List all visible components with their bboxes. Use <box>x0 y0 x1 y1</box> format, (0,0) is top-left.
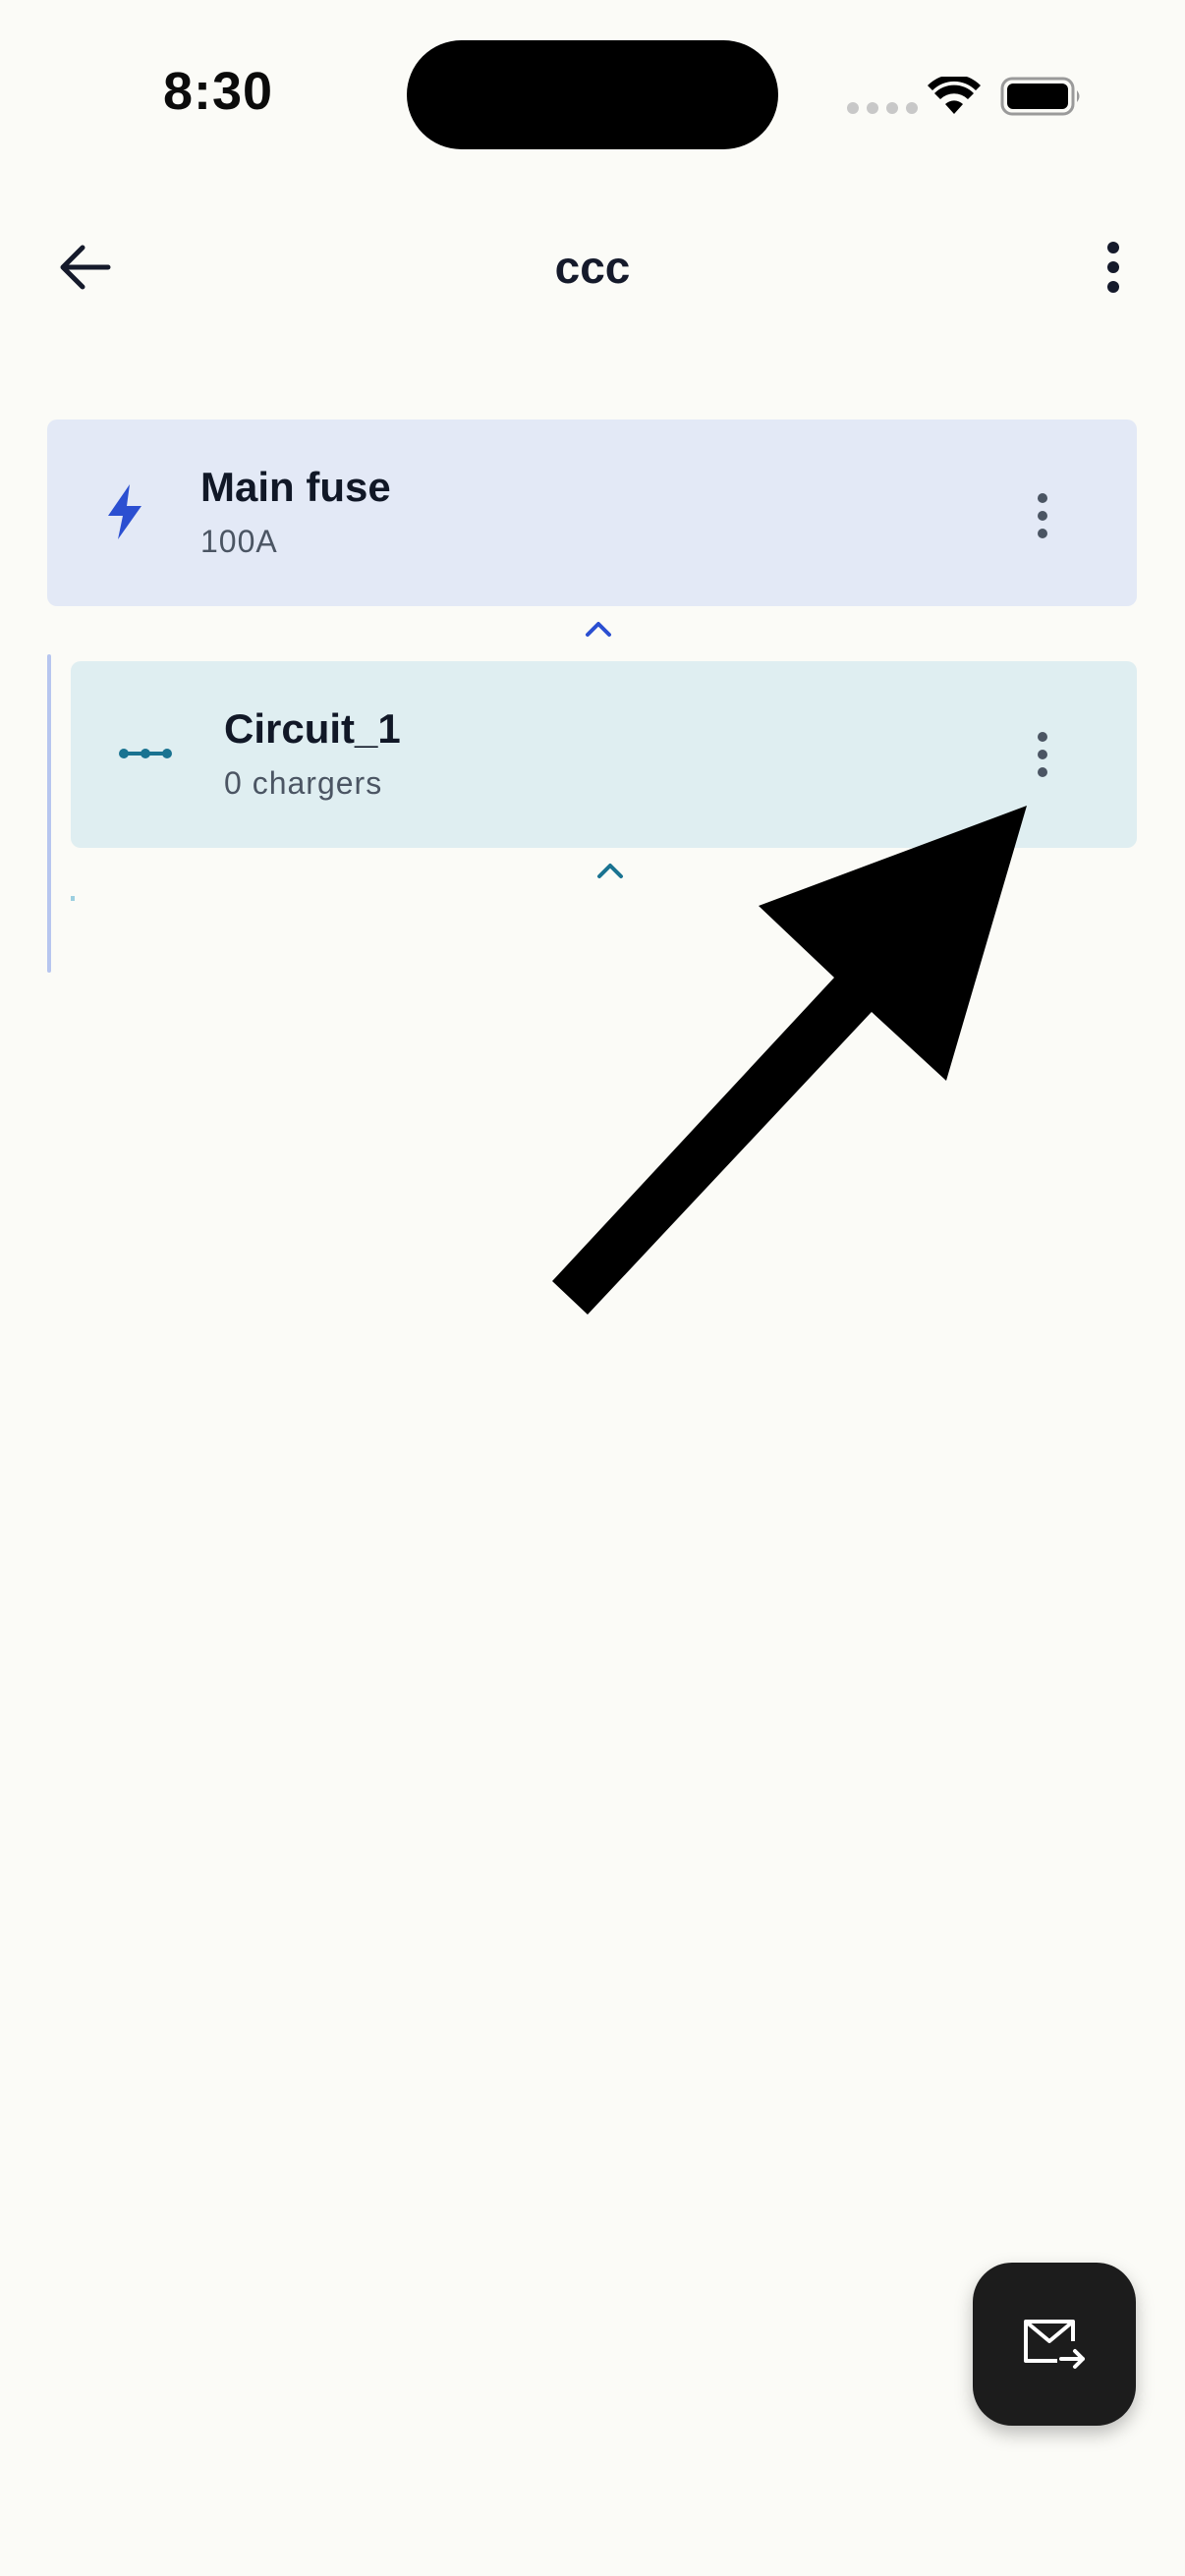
wifi-icon <box>928 77 981 114</box>
more-vertical-icon <box>1038 493 1047 538</box>
chevron-up-icon[interactable] <box>584 619 613 639</box>
cellular-signal-icon <box>847 102 918 114</box>
main-fuse-more-button[interactable] <box>1018 476 1067 555</box>
annotation-arrow-icon <box>552 806 1027 1315</box>
lightning-icon <box>108 484 141 539</box>
page-title: ccc <box>554 242 631 293</box>
main-fuse-title: Main fuse <box>200 464 391 510</box>
circuit-title: Circuit_1 <box>224 705 401 752</box>
battery-icon <box>1000 77 1080 116</box>
tree-connector-dot <box>71 896 75 901</box>
mail-forward-icon <box>1024 2320 1085 2369</box>
status-time: 8:30 <box>163 62 274 121</box>
mail-forward-button[interactable] <box>973 2263 1136 2426</box>
circuit-icon <box>119 749 172 758</box>
main-fuse-rating: 100A <box>200 524 278 559</box>
circuit-chargers-count: 0 chargers <box>224 765 383 801</box>
more-options-button[interactable] <box>1083 228 1144 307</box>
tree-connector-line <box>47 654 51 973</box>
more-vertical-icon <box>1038 732 1047 777</box>
dynamic-island <box>407 40 778 149</box>
more-vertical-icon <box>1107 242 1119 293</box>
circuit-more-button[interactable] <box>1018 715 1067 794</box>
main-fuse-card[interactable] <box>47 420 1137 606</box>
